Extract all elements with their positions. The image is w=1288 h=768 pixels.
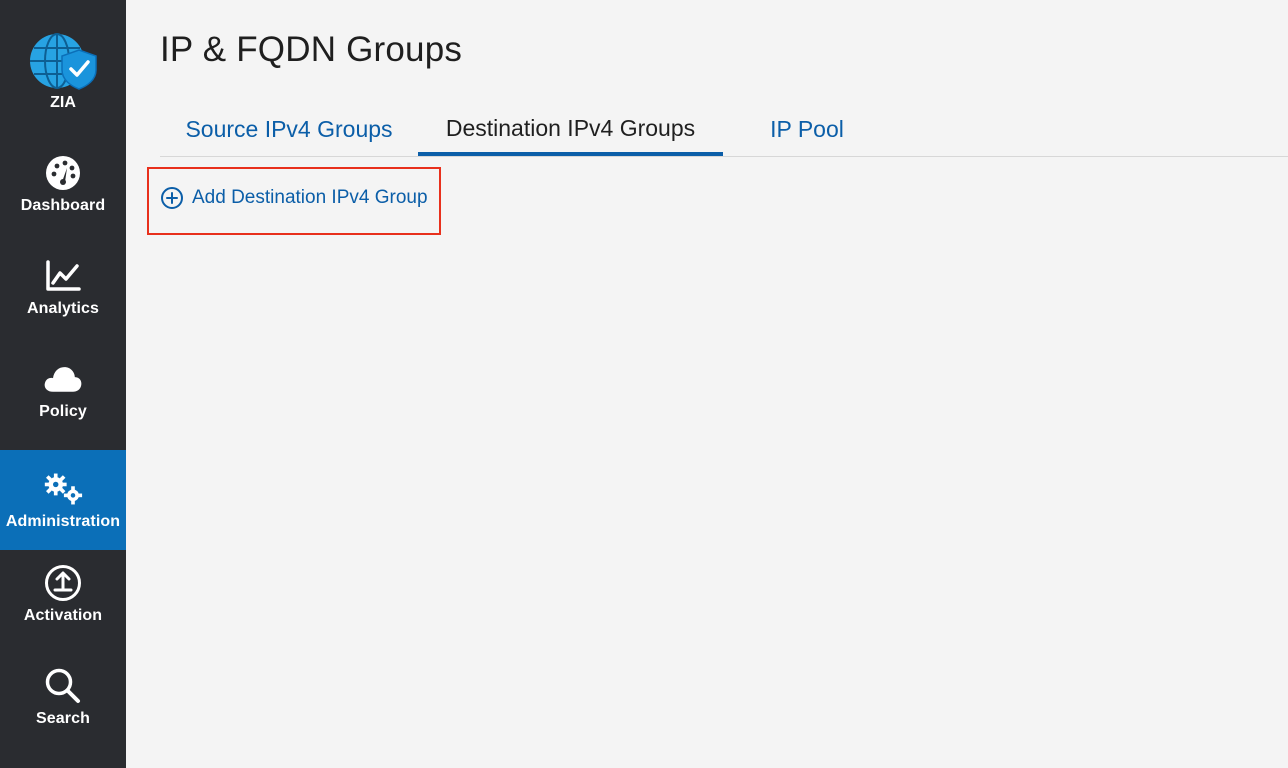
nav-activation[interactable]: Activation <box>0 543 126 645</box>
nav-administration[interactable]: Administration <box>0 450 126 550</box>
add-button-label: Add Destination IPv4 Group <box>192 187 428 208</box>
nav-policy-label: Policy <box>39 403 87 420</box>
nav-dashboard[interactable]: Dashboard <box>0 133 126 235</box>
page-title: IP & FQDN Groups <box>160 30 463 69</box>
nav-administration-label: Administration <box>5 513 121 530</box>
tab-ip-pool[interactable]: IP Pool <box>723 104 891 154</box>
plus-circle-icon <box>161 187 183 209</box>
zia-logo[interactable]: ZIA <box>0 30 126 125</box>
globe-shield-icon <box>30 33 97 90</box>
add-destination-ipv4-group-button[interactable]: Add Destination IPv4 Group <box>160 186 428 210</box>
tab-bar: Source IPv4 Groups Destination IPv4 Grou… <box>160 104 1288 157</box>
analytics-icon <box>43 256 83 296</box>
nav-analytics[interactable]: Analytics <box>0 236 126 338</box>
tab-source-ipv4-groups[interactable]: Source IPv4 Groups <box>160 104 418 154</box>
nav-dashboard-label: Dashboard <box>20 197 106 214</box>
tab-destination-ipv4-groups[interactable]: Destination IPv4 Groups <box>418 104 723 156</box>
search-icon <box>43 666 83 706</box>
nav-search[interactable]: Search <box>0 646 126 748</box>
dashboard-icon <box>43 153 83 193</box>
sidebar: ZIA Dashboard Analytics Policy Administr… <box>0 0 126 768</box>
nav-activation-label: Activation <box>23 607 103 624</box>
gears-icon <box>43 469 83 509</box>
nav-search-label: Search <box>36 710 90 727</box>
logo-label: ZIA <box>50 94 76 111</box>
nav-analytics-label: Analytics <box>26 300 100 317</box>
cloud-icon <box>43 359 83 399</box>
nav-policy[interactable]: Policy <box>0 339 126 441</box>
upload-icon <box>43 563 83 603</box>
